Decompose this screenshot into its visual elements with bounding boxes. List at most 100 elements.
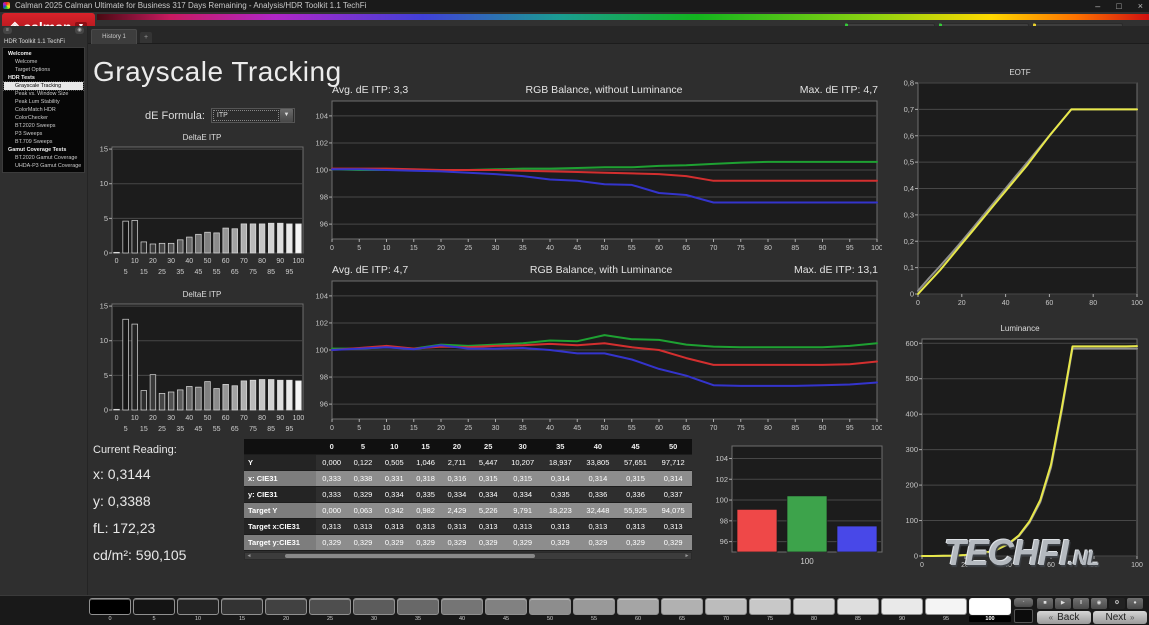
sidebar-item-colormatch-hdr[interactable]: ColorMatch HDR (4, 106, 83, 114)
swatch-value: 15 (238, 616, 246, 622)
table-scrollbar[interactable]: ◄ ► (244, 552, 692, 560)
tree-category-welcome[interactable]: Welcome (4, 50, 83, 58)
back-button[interactable]: « Back (1037, 611, 1091, 624)
scroll-right-icon[interactable]: ► (683, 553, 691, 559)
table-cell: 0,335 (541, 486, 580, 503)
play-icon[interactable]: ▶ (1055, 598, 1071, 609)
settings-icon[interactable]: ⚙ (1109, 598, 1125, 609)
pause-icon[interactable]: ‖ (1073, 598, 1089, 609)
sidebar-item-p3-sweeps[interactable]: P3 Sweeps (4, 130, 83, 138)
table-cell: 0,335 (409, 486, 442, 503)
sidebar-item-bt-2020-gamut-coverage[interactable]: BT.2020 Gamut Coverage (4, 154, 83, 162)
workflow-title: HDR Toolkit 1.1 TechFi (4, 39, 65, 45)
stop-icon[interactable]: ■ (1037, 598, 1053, 609)
table-cell: 0,313 (409, 518, 442, 535)
pattern-swatch-45[interactable]: 45 (485, 598, 527, 622)
pattern-swatch-90[interactable]: 90 (881, 598, 923, 622)
analysis-content: Grayscale Tracking dE Formula: ITP ▼ Del… (88, 44, 1149, 595)
svg-text:30: 30 (492, 425, 500, 432)
sidebar-item-colorchecker[interactable]: ColorChecker (4, 114, 83, 122)
svg-text:5: 5 (104, 214, 108, 223)
max-de-label: Max. dE ITP: 13,1 (793, 264, 878, 276)
pattern-swatch-25[interactable]: 25 (309, 598, 351, 622)
svg-text:0: 0 (330, 425, 334, 432)
table-cell: 0,329 (503, 534, 542, 551)
table-cell: 18,937 (541, 454, 580, 471)
rgb-balance-chart-with-luminance: Avg. dE ITP: 4,7 RGB Balance, with Lumin… (312, 262, 882, 434)
swatch-tile (837, 598, 879, 615)
table-row-target-y: Target Y 0,000 0,063 0,342 0,982 2,429 5,226 9,… (244, 502, 692, 519)
sidebar-item-peak-lum-stability[interactable]: Peak Lum Stability (4, 98, 83, 106)
tree-category-hdr-tests[interactable]: HDR Tests (4, 74, 83, 82)
scroll-left-icon[interactable]: ◄ (245, 553, 253, 559)
sidebar-item-peak-vs-window-size[interactable]: Peak vs. Window Size (4, 90, 83, 98)
minimize-icon[interactable]: – (1095, 0, 1100, 12)
table-cell: 0,334 (441, 486, 473, 503)
rgb-lum-plot: 96 98 100 102 104 0 5 10 15 20 25 30 35 40 45 50 55 60 65 7… (315, 280, 882, 432)
svg-text:20: 20 (149, 258, 157, 265)
pattern-preview-swatch[interactable] (1014, 609, 1033, 623)
pattern-swatch-35[interactable]: 35 (397, 598, 439, 622)
pattern-swatch-85[interactable]: 85 (837, 598, 879, 622)
tab-history-1[interactable]: History 1 (91, 29, 137, 44)
svg-text:40: 40 (1002, 300, 1010, 307)
sidebar-item-uhda-p3-gamut-coverage[interactable]: UHDA-P3 Gamut Coverage (4, 162, 83, 170)
sidebar-pin-icon[interactable]: ◉ (75, 27, 84, 34)
table-cell: 0,333 (316, 470, 348, 487)
svg-text:75: 75 (249, 426, 257, 433)
svg-text:300: 300 (905, 445, 918, 454)
svg-text:10: 10 (131, 415, 139, 422)
sidebar-item-target-options[interactable]: Target Options (4, 66, 83, 74)
pattern-swatch-55[interactable]: 55 (573, 598, 615, 622)
swatch-value: 20 (282, 616, 290, 622)
chart-title: EOTF (1009, 68, 1031, 77)
next-button[interactable]: Next » (1093, 611, 1147, 624)
watermark-suffix: .NL (1068, 547, 1100, 570)
svg-text:65: 65 (231, 269, 239, 276)
pattern-swatch-5[interactable]: 5 (133, 598, 175, 622)
add-tab-button[interactable]: + (140, 32, 152, 43)
close-icon[interactable]: × (1138, 0, 1143, 12)
pattern-options-button[interactable]: ◦ (1014, 598, 1033, 607)
pattern-swatch-15[interactable]: 15 (221, 598, 263, 622)
sidebar-item-grayscale-tracking[interactable]: Grayscale Tracking (3, 81, 84, 91)
pattern-swatch-30[interactable]: 30 (353, 598, 395, 622)
table-row-label: Y (244, 454, 316, 471)
de-formula-value: ITP (212, 110, 279, 121)
svg-text:0: 0 (115, 415, 119, 422)
pattern-swatch-0[interactable]: 0 (89, 598, 131, 622)
pattern-swatch-40[interactable]: 40 (441, 598, 483, 622)
table-cell: 0,331 (378, 470, 410, 487)
reading-y-value: 0,3388 (107, 493, 151, 509)
standby-icon[interactable]: ● (1127, 598, 1143, 609)
pattern-swatch-75[interactable]: 75 (749, 598, 791, 622)
pattern-swatch-70[interactable]: 70 (705, 598, 747, 622)
maximize-icon[interactable]: □ (1116, 0, 1121, 12)
sidebar-item-bt-2020-sweeps[interactable]: BT.2020 Sweeps (4, 122, 83, 130)
pattern-swatch-95[interactable]: 95 (925, 598, 967, 622)
svg-text:55: 55 (628, 425, 636, 432)
pattern-swatch-20[interactable]: 20 (265, 598, 307, 622)
pattern-swatch-10[interactable]: 10 (177, 598, 219, 622)
swatch-value: 35 (414, 616, 422, 622)
reading-x-value: 0,3144 (107, 466, 151, 482)
pattern-swatch-65[interactable]: 65 (661, 598, 703, 622)
svg-text:15: 15 (100, 302, 108, 311)
pattern-swatch-100[interactable]: 100 (969, 598, 1011, 622)
scrollbar-thumb[interactable] (285, 554, 535, 558)
sidebar-item-welcome[interactable]: Welcome (4, 58, 83, 66)
svg-text:102: 102 (315, 318, 328, 327)
de-formula-dropdown[interactable]: ITP ▼ (210, 108, 295, 123)
svg-text:80: 80 (258, 258, 266, 265)
camera-icon[interactable]: ◉ (1091, 598, 1107, 609)
pattern-swatch-60[interactable]: 60 (617, 598, 659, 622)
svg-text:0,2: 0,2 (904, 237, 914, 246)
pattern-swatch-50[interactable]: 50 (529, 598, 571, 622)
pattern-swatch-80[interactable]: 80 (793, 598, 835, 622)
svg-text:0: 0 (910, 290, 914, 299)
table-cell: 0,313 (378, 518, 410, 535)
sidebar-item-bt-709-sweeps[interactable]: BT.709 Sweeps (4, 138, 83, 146)
tree-category-gamut-coverage-tests[interactable]: Gamut Coverage Tests (4, 146, 83, 154)
svg-text:40: 40 (546, 425, 554, 432)
sidebar-menu-icon[interactable]: ≡ (3, 27, 12, 34)
